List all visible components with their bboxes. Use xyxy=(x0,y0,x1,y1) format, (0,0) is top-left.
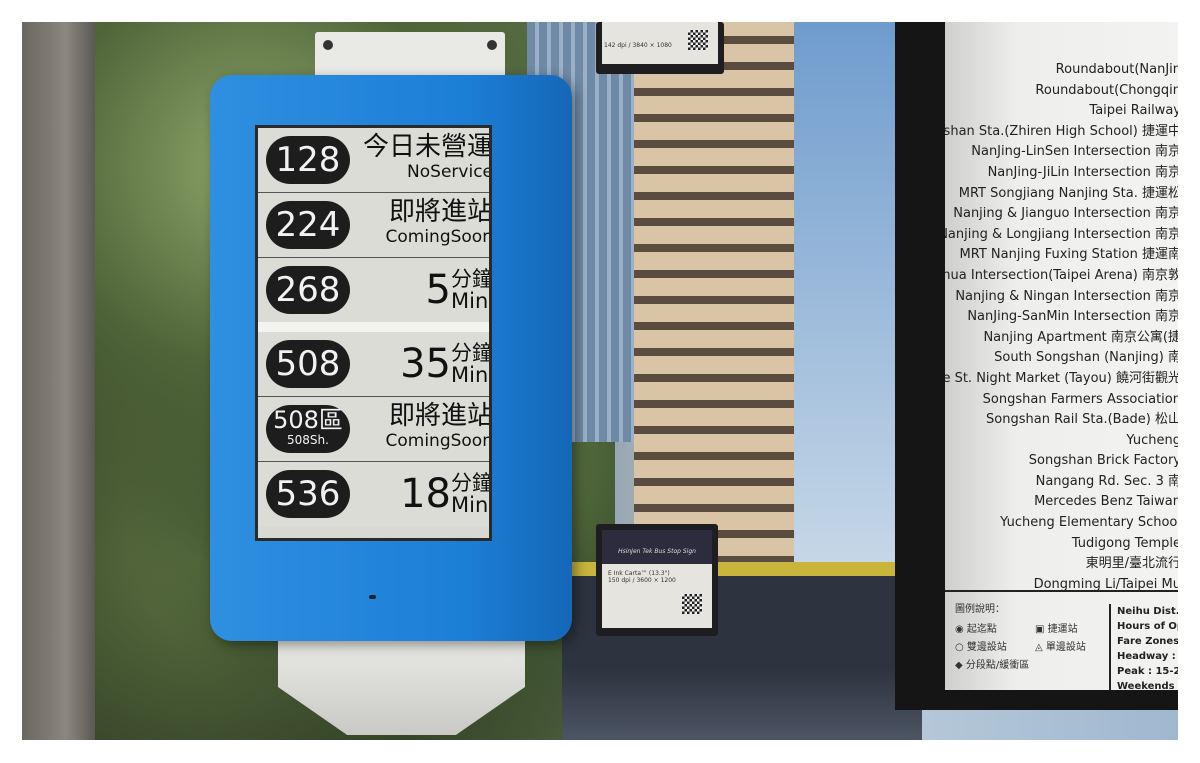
unit-zh: 分鐘 xyxy=(451,471,492,495)
legend-title: 圖例說明： xyxy=(955,604,1005,615)
route-badge: 268 xyxy=(266,266,350,314)
screw-icon xyxy=(323,40,333,50)
eta-minutes: 5 xyxy=(425,267,451,313)
route-number: 508區 xyxy=(273,406,343,434)
stop-item: 東明里/臺北流行 xyxy=(1085,556,1178,572)
stop-item: NanJing-SanMin Intersection 南京 xyxy=(967,309,1178,325)
mount-plate xyxy=(315,32,505,80)
small-sign-top: 142 dpi / 3840 × 1080 xyxy=(596,22,724,74)
stop-item: Nanjing & Dunhua Intersection(Taipei Are… xyxy=(945,267,1178,283)
stop-item: NanJing-JiLin Intersection 南京 xyxy=(987,164,1178,180)
small-sign-top-panel: 142 dpi / 3840 × 1080 xyxy=(602,22,718,64)
stop-item: MRT Songjiang Nanjing Sta. 捷運松 xyxy=(958,185,1178,201)
stop-item: Nangang Rd. Sec. 3 南 xyxy=(1035,473,1178,489)
stop-item: Songshan Rail Sta.(Bade) 松山 xyxy=(986,412,1178,428)
status-en: ComingSoon xyxy=(385,431,492,451)
screen-divider xyxy=(258,322,489,332)
arrival-row: 128 今日未營運 NoService xyxy=(258,128,489,193)
route-map-sign: Roundabout(NanJin Roundabout(Chongqin Taip… xyxy=(895,22,1178,710)
unit-en: Min xyxy=(451,363,489,387)
stop-item: Yucheng Elementary School xyxy=(1000,515,1178,531)
stop-item: Mercedes Benz Taiwan xyxy=(1034,494,1178,510)
stop-item: Nanjing & Ningan Intersection 南京 xyxy=(955,288,1178,304)
sensor-dot xyxy=(369,595,376,599)
status-zh: 即將進站 xyxy=(388,401,492,431)
info-line: Weekends : F xyxy=(1117,681,1178,690)
arrival-row: 224 即將進站 ComingSoon xyxy=(258,193,489,258)
stop-item: Nanjing & Jianguo Intersection 南京 xyxy=(953,206,1178,222)
route-badge: 508 xyxy=(266,340,350,388)
qr-code-icon xyxy=(688,30,708,50)
stop-item: South Songshan (Nanjing) 南 xyxy=(994,350,1178,366)
bus-arrival-screen: 128 今日未營運 NoService 224 即將進站 ComingSoon 26… xyxy=(255,125,492,541)
arrival-row: 268 5分鐘 Min xyxy=(258,258,489,323)
legend-section-point: ◆ 分段點/緩衝區 xyxy=(955,660,1030,671)
eta-minutes: 18 xyxy=(400,471,451,517)
stop-item: Nanjing & Longjiang Intersection 南京 xyxy=(945,226,1178,242)
route-badge: 508區 508Sh. xyxy=(266,405,350,453)
stop-item: Roundabout(NanJin xyxy=(1055,62,1178,77)
screw-icon xyxy=(487,40,497,50)
route-sub: 508Sh. xyxy=(287,433,329,447)
stop-list: Roundabout(NanJin Roundabout(Chongqin Taip… xyxy=(945,60,1178,595)
stop-item: Raohe St. Night Market (Tayou) 饒河街觀光 xyxy=(945,370,1178,386)
arrival-row: 508區 508Sh. 即將進站 ComingSoon xyxy=(258,397,489,462)
route-info: Neihu Dist. Ac Hours of Ope Fare Zones : 1… xyxy=(1109,604,1178,690)
status-en: NoService xyxy=(407,162,492,182)
legend-mrt: ▣ 捷運站 xyxy=(1035,624,1078,635)
stop-item: Roundabout(Chongqin xyxy=(1035,82,1178,98)
legend-both-sides: ○ 雙邊設站 xyxy=(955,642,1007,653)
stop-item: Songshan Farmers Association xyxy=(982,391,1178,407)
arrival-row: 508 35分鐘 Min xyxy=(258,332,489,397)
stop-item: NanJing-LinSen Intersection 南京 xyxy=(971,144,1178,160)
info-line: Neihu Dist. Ac xyxy=(1117,606,1178,617)
pillar xyxy=(22,22,95,740)
eta-minutes: 35 xyxy=(400,341,451,387)
sky xyxy=(794,22,904,582)
stop-item: MRT Zhongshan Sta.(Zhiren High School) 捷… xyxy=(945,123,1178,139)
arrival-row: 536 18分鐘 Min xyxy=(258,462,489,527)
info-line: Peak : 15-20 / xyxy=(1117,666,1178,677)
legend-one-side: ◬ 單邊設站 xyxy=(1035,642,1086,653)
small-sign-spec: 150 dpi / 3600 × 1200 xyxy=(608,577,676,584)
legend: 圖例說明： ◉ 起迄點 ○ 雙邊設站 ◆ 分段點/緩衝區 ▣ 捷運站 ◬ 單邊設… xyxy=(945,590,1178,690)
stop-item: MRT Nanjing Fuxing Station 捷運南 xyxy=(959,247,1178,263)
legend-terminal: ◉ 起迄點 xyxy=(955,624,997,635)
small-sign-bottom: HsinJen Tek Bus Stop Sign E Ink Carta™ (… xyxy=(596,524,718,636)
unit-zh: 分鐘 xyxy=(451,341,492,365)
route-badge: 224 xyxy=(266,201,350,249)
small-sign-model: E Ink Carta™ (13.3") xyxy=(608,570,670,577)
photo: 142 dpi / 3840 × 1080 HsinJen Tek Bus St… xyxy=(22,22,1178,740)
small-sign-title: HsinJen Tek Bus Stop Sign xyxy=(618,548,696,555)
stop-item: Taipei Railway xyxy=(1089,103,1178,119)
info-line: Headway : (M xyxy=(1117,651,1178,662)
route-badge: 536 xyxy=(266,470,350,518)
info-line: Fare Zones : 1 xyxy=(1117,636,1178,647)
route-map-paper: Roundabout(NanJin Roundabout(Chongqin Taip… xyxy=(945,22,1178,690)
stop-item: Yucheng xyxy=(1126,432,1178,448)
qr-code-icon xyxy=(682,594,702,614)
unit-en: Min xyxy=(451,289,489,313)
info-line: Hours of Ope xyxy=(1117,621,1178,632)
status-zh: 即將進站 xyxy=(388,197,492,227)
unit-zh: 分鐘 xyxy=(451,267,492,291)
unit-en: Min xyxy=(451,493,489,517)
stop-item: Songshan Brick Factory xyxy=(1028,453,1178,469)
route-badge: 128 xyxy=(266,136,350,184)
stop-item: Tudigong Temple xyxy=(1071,535,1178,551)
small-sign-bottom-panel: HsinJen Tek Bus Stop Sign E Ink Carta™ (… xyxy=(602,530,712,628)
status-zh: 今日未營運 xyxy=(362,132,492,162)
status-en: ComingSoon xyxy=(385,227,492,247)
apartment-tower xyxy=(634,22,794,582)
stop-item: Nanjing Apartment 南京公寓(捷 xyxy=(983,329,1178,345)
